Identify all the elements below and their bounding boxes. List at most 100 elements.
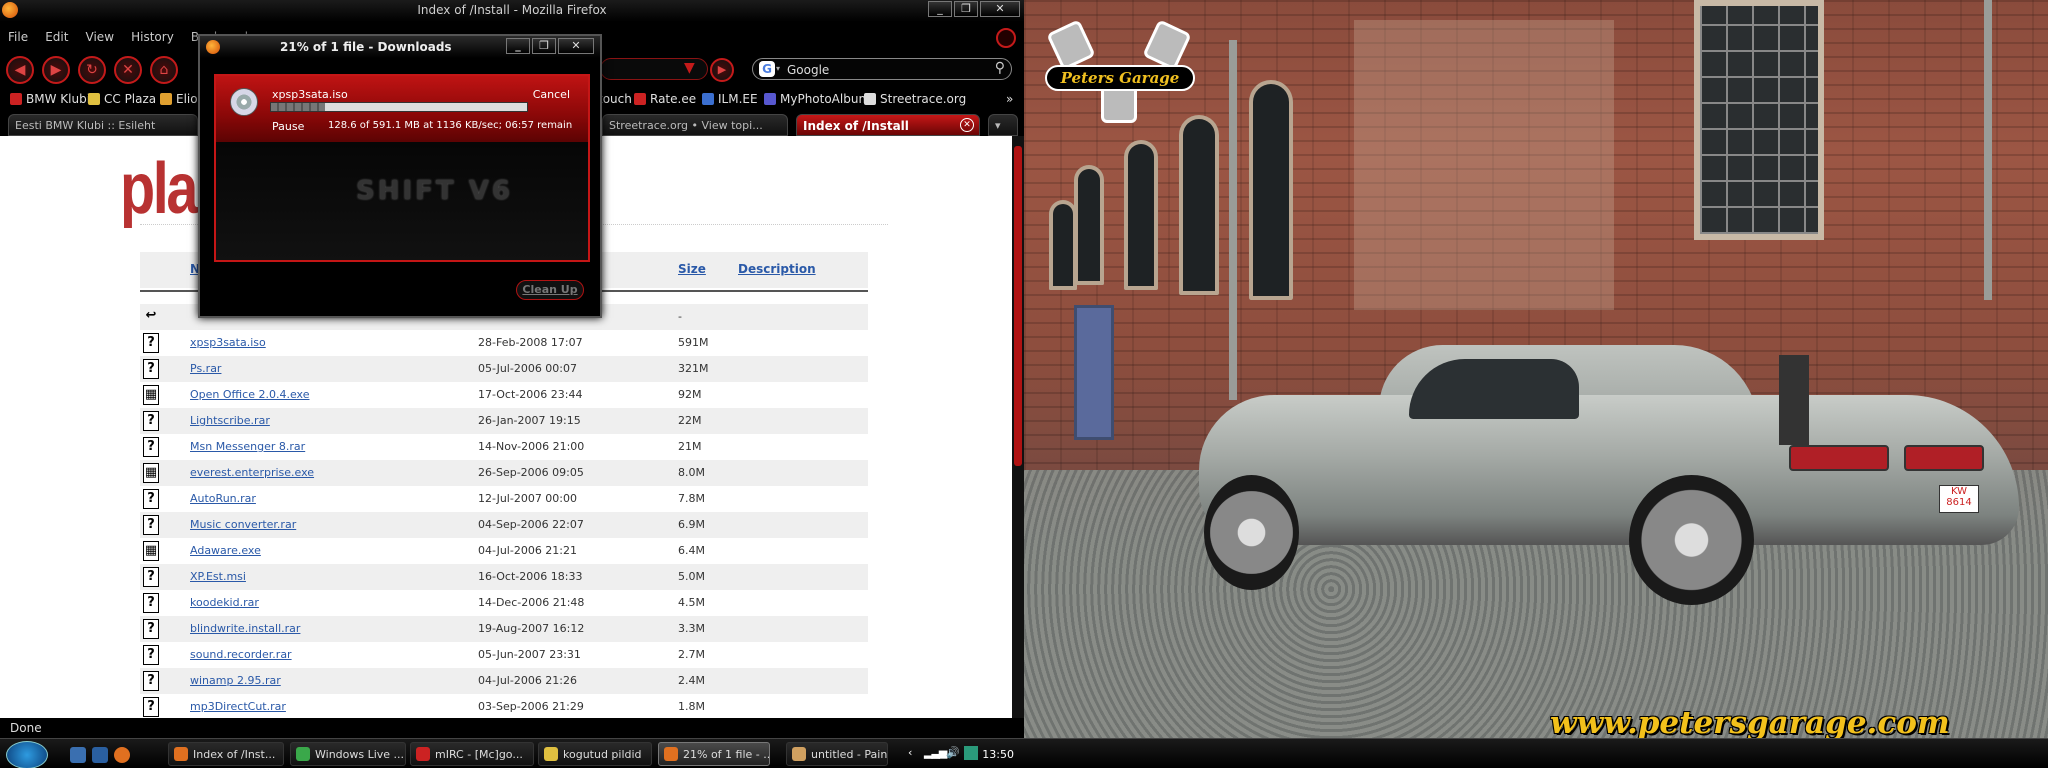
- file-link[interactable]: Msn Messenger 8.rar: [190, 440, 305, 453]
- file-icon: ▦: [143, 541, 159, 561]
- taskbar-button[interactable]: 21% of 1 file - ...: [658, 742, 770, 766]
- file-link[interactable]: Lightscribe.rar: [190, 414, 270, 427]
- tab-index-install[interactable]: Index of /Install: [796, 114, 980, 136]
- cell-size: 6.4M: [678, 544, 705, 557]
- bookmark-item[interactable]: CC Plaza: [88, 92, 156, 106]
- back-icon[interactable]: ◀: [6, 56, 34, 84]
- table-row[interactable]: ? winamp 2.95.rar 04-Jul-2006 21:26 2.4M: [140, 668, 868, 694]
- maximize-button[interactable]: ❐: [532, 38, 556, 54]
- close-button[interactable]: ✕: [558, 38, 594, 54]
- cell-size: 2.7M: [678, 648, 705, 661]
- table-row[interactable]: ? mp3DirectCut.rar 03-Sep-2006 21:29 1.8M: [140, 694, 868, 718]
- clock[interactable]: 13:50: [982, 748, 1014, 761]
- taskbar-button[interactable]: Windows Live ...: [290, 742, 406, 766]
- url-dropdown-icon[interactable]: ▼: [684, 60, 695, 76]
- table-row[interactable]: ? koodekid.rar 14-Dec-2006 21:48 4.5M: [140, 590, 868, 616]
- cell-date: 03-Sep-2006 21:29: [478, 700, 584, 713]
- home-icon[interactable]: ⌂: [150, 56, 178, 84]
- search-box[interactable]: G ▾ Google ⚲: [752, 58, 1012, 80]
- file-link[interactable]: xpsp3sata.iso: [190, 336, 266, 349]
- google-icon[interactable]: G: [759, 61, 775, 77]
- close-button[interactable]: ✕: [980, 1, 1020, 17]
- file-link[interactable]: Adaware.exe: [190, 544, 261, 557]
- volume-icon[interactable]: 🔊: [946, 746, 960, 759]
- maximize-button[interactable]: ❐: [954, 1, 978, 17]
- engine-dropdown-icon[interactable]: ▾: [776, 64, 780, 73]
- table-row[interactable]: ? Ps.rar 05-Jul-2006 00:07 321M: [140, 356, 868, 382]
- firefox-icon[interactable]: [114, 747, 130, 763]
- table-row[interactable]: ? blindwrite.install.rar 19-Aug-2007 16:12…: [140, 616, 868, 642]
- menu-file[interactable]: File: [8, 30, 28, 44]
- minimize-button[interactable]: _: [928, 1, 952, 17]
- file-link[interactable]: XP.Est.msi: [190, 570, 246, 583]
- bookmark-item[interactable]: ILM.EE: [702, 92, 758, 106]
- cancel-button[interactable]: Cancel: [533, 88, 570, 101]
- tray-app-icon[interactable]: [964, 746, 978, 760]
- go-icon[interactable]: ▶: [710, 58, 734, 82]
- menu-view[interactable]: View: [86, 30, 114, 44]
- quick-launch-icon[interactable]: [92, 747, 108, 763]
- file-link[interactable]: Ps.rar: [190, 362, 221, 375]
- taskbar: Index of /Inst... Windows Live ... mIRC - …: [0, 738, 2048, 768]
- bookmark-item[interactable]: BMW Klubi: [10, 92, 90, 106]
- bookmark-icon: [634, 93, 646, 105]
- start-button[interactable]: [6, 741, 48, 768]
- bookmark-item[interactable]: touch: [598, 92, 632, 106]
- network-icon[interactable]: ▂▃▅: [924, 746, 947, 759]
- size-column-header[interactable]: Size: [678, 262, 706, 276]
- table-row[interactable]: ▦ Adaware.exe 04-Jul-2006 21:21 6.4M: [140, 538, 868, 564]
- clean-up-button[interactable]: Clean Up: [516, 280, 584, 300]
- taskbar-button[interactable]: untitled - Paint: [786, 742, 888, 766]
- menu-edit[interactable]: Edit: [45, 30, 68, 44]
- bookmark-item[interactable]: Streetrace.org: [864, 92, 966, 106]
- stop-icon[interactable]: ✕: [114, 56, 142, 84]
- vertical-scrollbar[interactable]: [1012, 136, 1024, 718]
- taskbar-button[interactable]: kogutud pildid: [538, 742, 652, 766]
- file-link[interactable]: Music converter.rar: [190, 518, 296, 531]
- file-link[interactable]: mp3DirectCut.rar: [190, 700, 286, 713]
- taskbar-button[interactable]: mIRC - [Mc]go...: [410, 742, 534, 766]
- large-barred-window: [1694, 0, 1824, 240]
- menu-history[interactable]: History: [131, 30, 174, 44]
- close-tab-icon[interactable]: ✕: [960, 118, 974, 132]
- file-link[interactable]: winamp 2.95.rar: [190, 674, 281, 687]
- table-row[interactable]: ? xpsp3sata.iso 28-Feb-2008 17:07 591M: [140, 330, 868, 356]
- tab-streetrace[interactable]: Streetrace.org • View topi...: [602, 114, 788, 136]
- bookmark-item[interactable]: MyPhotoAlbum: [764, 92, 870, 106]
- table-row[interactable]: ? Lightscribe.rar 26-Jan-2007 19:15 22M: [140, 408, 868, 434]
- table-row[interactable]: ? AutoRun.rar 12-Jul-2007 00:00 7.8M: [140, 486, 868, 512]
- table-row[interactable]: ? XP.Est.msi 16-Oct-2006 18:33 5.0M: [140, 564, 868, 590]
- forward-icon[interactable]: ▶: [42, 56, 70, 84]
- minimize-button[interactable]: _: [506, 38, 530, 54]
- pause-button[interactable]: Pause: [272, 120, 304, 133]
- file-link[interactable]: AutoRun.rar: [190, 492, 256, 505]
- table-row[interactable]: ▦ Open Office 2.0.4.exe 17-Oct-2006 23:44 9…: [140, 382, 868, 408]
- file-icon: ▦: [143, 463, 159, 483]
- file-link[interactable]: blindwrite.install.rar: [190, 622, 300, 635]
- file-icon: ?: [143, 697, 159, 717]
- file-link[interactable]: everest.enterprise.exe: [190, 466, 314, 479]
- tab-bmw-klubi[interactable]: Eesti BMW Klubi :: Esileht: [8, 114, 198, 136]
- file-link[interactable]: koodekid.rar: [190, 596, 259, 609]
- table-row[interactable]: ▦ everest.enterprise.exe 26-Sep-2006 09:05…: [140, 460, 868, 486]
- file-link[interactable]: sound.recorder.rar: [190, 648, 292, 661]
- file-link[interactable]: Open Office 2.0.4.exe: [190, 388, 309, 401]
- scrollbar-thumb[interactable]: [1014, 146, 1022, 466]
- cell-date: 14-Nov-2006 21:00: [478, 440, 585, 453]
- table-row[interactable]: ? Music converter.rar 04-Sep-2006 22:07 6.9…: [140, 512, 868, 538]
- download-item[interactable]: xpsp3sata.iso Cancel Pause 128.6 of 591.…: [216, 76, 588, 142]
- table-row[interactable]: ? Msn Messenger 8.rar 14-Nov-2006 21:00 21M: [140, 434, 868, 460]
- table-row[interactable]: ? sound.recorder.rar 05-Jun-2007 23:31 2.7M: [140, 642, 868, 668]
- bookmark-item[interactable]: Rate.ee: [634, 92, 696, 106]
- taskbar-button[interactable]: Index of /Inst...: [168, 742, 284, 766]
- description-column-header[interactable]: Description: [738, 262, 816, 276]
- tab-list-icon[interactable]: ▾: [988, 114, 1018, 136]
- cell-date: 17-Oct-2006 23:44: [478, 388, 583, 401]
- bookmark-item[interactable]: Elio: [160, 92, 198, 106]
- show-desktop-icon[interactable]: [70, 747, 86, 763]
- chevron-more-icon[interactable]: »: [1006, 92, 1013, 106]
- reload-icon[interactable]: ↻: [78, 56, 106, 84]
- file-icon: ?: [143, 437, 159, 457]
- chevron-left-icon[interactable]: ‹: [908, 746, 912, 759]
- search-icon[interactable]: ⚲: [995, 60, 1005, 76]
